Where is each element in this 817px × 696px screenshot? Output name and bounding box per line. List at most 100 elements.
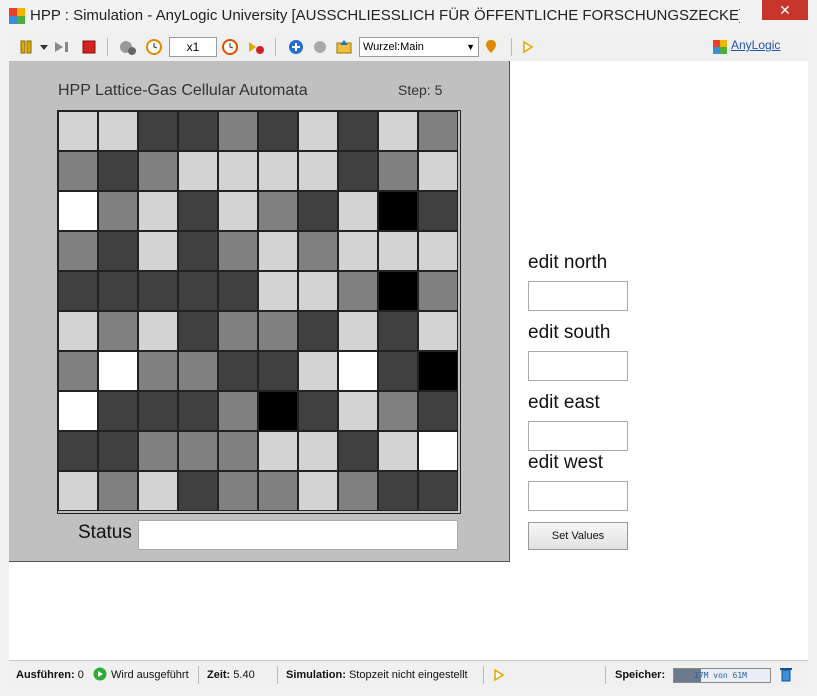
clock-slow-icon[interactable] [145,38,163,56]
lattice-cell [58,191,98,231]
run-fast-icon[interactable] [247,38,265,56]
lattice-cell [378,471,418,511]
lattice-cell [178,191,218,231]
set-values-button[interactable]: Set Values [528,522,628,550]
lattice-cell [178,151,218,191]
memory-value: 17M von 61M [694,671,747,680]
camera-icon[interactable] [311,38,329,56]
close-button[interactable]: ✕ [762,0,808,20]
lattice-cell [138,191,178,231]
trash-icon[interactable] [779,666,793,682]
lattice-cell [58,351,98,391]
memory-label-text: Speicher: [615,669,666,681]
status-bar: Ausführen: 0 Wird ausgeführt Zeit: 5.40 … [9,660,808,689]
lattice-cell [98,471,138,511]
lattice-grid [57,110,461,514]
lattice-cell [178,271,218,311]
slow-down-icon[interactable] [119,38,137,56]
navigate-combo-value: Wurzel:Main [363,41,424,53]
run-count: 0 [77,669,84,681]
lattice-cell [218,231,258,271]
lattice-cell [298,271,338,311]
lattice-cell [218,271,258,311]
panel-title: HPP Lattice-Gas Cellular Automata [58,82,308,99]
toolbar-separator [511,38,512,56]
edit-west-label: edit west [528,452,603,473]
statusbar-separator [605,666,606,684]
lattice-cell [298,391,338,431]
lattice-cell [258,311,298,351]
time-value: 5.40 [233,669,255,681]
lattice-cell [338,271,378,311]
memory-label: Speicher: [615,669,665,681]
lattice-cell [378,151,418,191]
lattice-cell [138,391,178,431]
step-icon[interactable] [53,38,71,56]
toolbar-separator [275,38,276,56]
edit-south-field[interactable] [528,351,628,381]
toolbar: x1 Wurzel:Main ▼ AnyLogic [9,33,808,62]
lattice-cell [258,271,298,311]
location-pin-icon[interactable] [483,38,499,56]
lattice-cell [258,111,298,151]
lattice-cell [218,391,258,431]
folder-up-icon[interactable] [335,38,353,56]
lattice-cell [258,391,298,431]
lattice-cell [218,471,258,511]
lattice-cell [58,391,98,431]
lattice-cell [298,311,338,351]
simulation-status: Simulation: Stopzeit nicht eingestellt [286,669,468,681]
lattice-cell [378,391,418,431]
lattice-cell [298,231,338,271]
lattice-cell [298,471,338,511]
status-label: Status [78,522,132,543]
lattice-cell [58,231,98,271]
status-field[interactable] [138,520,458,550]
edit-west-field[interactable] [528,481,628,511]
lattice-cell [98,191,138,231]
statusbar-separator [277,666,278,684]
lattice-cell [338,471,378,511]
lattice-cell [58,431,98,471]
lattice-cell [378,231,418,271]
lattice-cell [98,311,138,351]
stop-icon[interactable] [81,38,97,56]
navigate-combo[interactable]: Wurzel:Main ▼ [359,37,479,57]
lattice-cell [218,151,258,191]
lattice-cell [378,351,418,391]
lattice-cell [58,151,98,191]
anylogic-link[interactable]: AnyLogic [731,38,780,52]
chevron-down-icon: ▼ [466,42,475,52]
time-label: Zeit: [207,669,231,681]
lattice-cell [98,431,138,471]
lattice-cell [418,271,458,311]
run-experiment-small-icon[interactable] [493,668,505,682]
window-title: HPP : Simulation - AnyLogic University [… [30,7,740,24]
lattice-cell [138,351,178,391]
lattice-cell [258,351,298,391]
lattice-cell [418,351,458,391]
lattice-cell [338,351,378,391]
lattice-cell [338,311,378,351]
lattice-cell [138,431,178,471]
edit-east-field[interactable] [528,421,628,451]
pause-icon[interactable] [19,38,33,56]
lattice-cell [418,151,458,191]
lattice-cell [338,391,378,431]
lattice-cell [178,351,218,391]
lattice-cell [178,111,218,151]
lattice-cell [218,111,258,151]
lattice-cell [98,151,138,191]
run-experiment-icon[interactable] [521,38,535,56]
lattice-cell [58,471,98,511]
dropdown-arrow-icon[interactable] [39,38,49,56]
edit-north-field[interactable] [528,281,628,311]
clock-fast-icon[interactable] [221,38,239,56]
speed-field[interactable]: x1 [169,37,217,57]
lattice-cell [298,111,338,151]
lattice-cell [418,391,458,431]
lattice-cell [178,311,218,351]
anylogic-logo-icon [713,40,727,54]
home-navigate-icon[interactable] [287,38,305,56]
lattice-cell [178,391,218,431]
